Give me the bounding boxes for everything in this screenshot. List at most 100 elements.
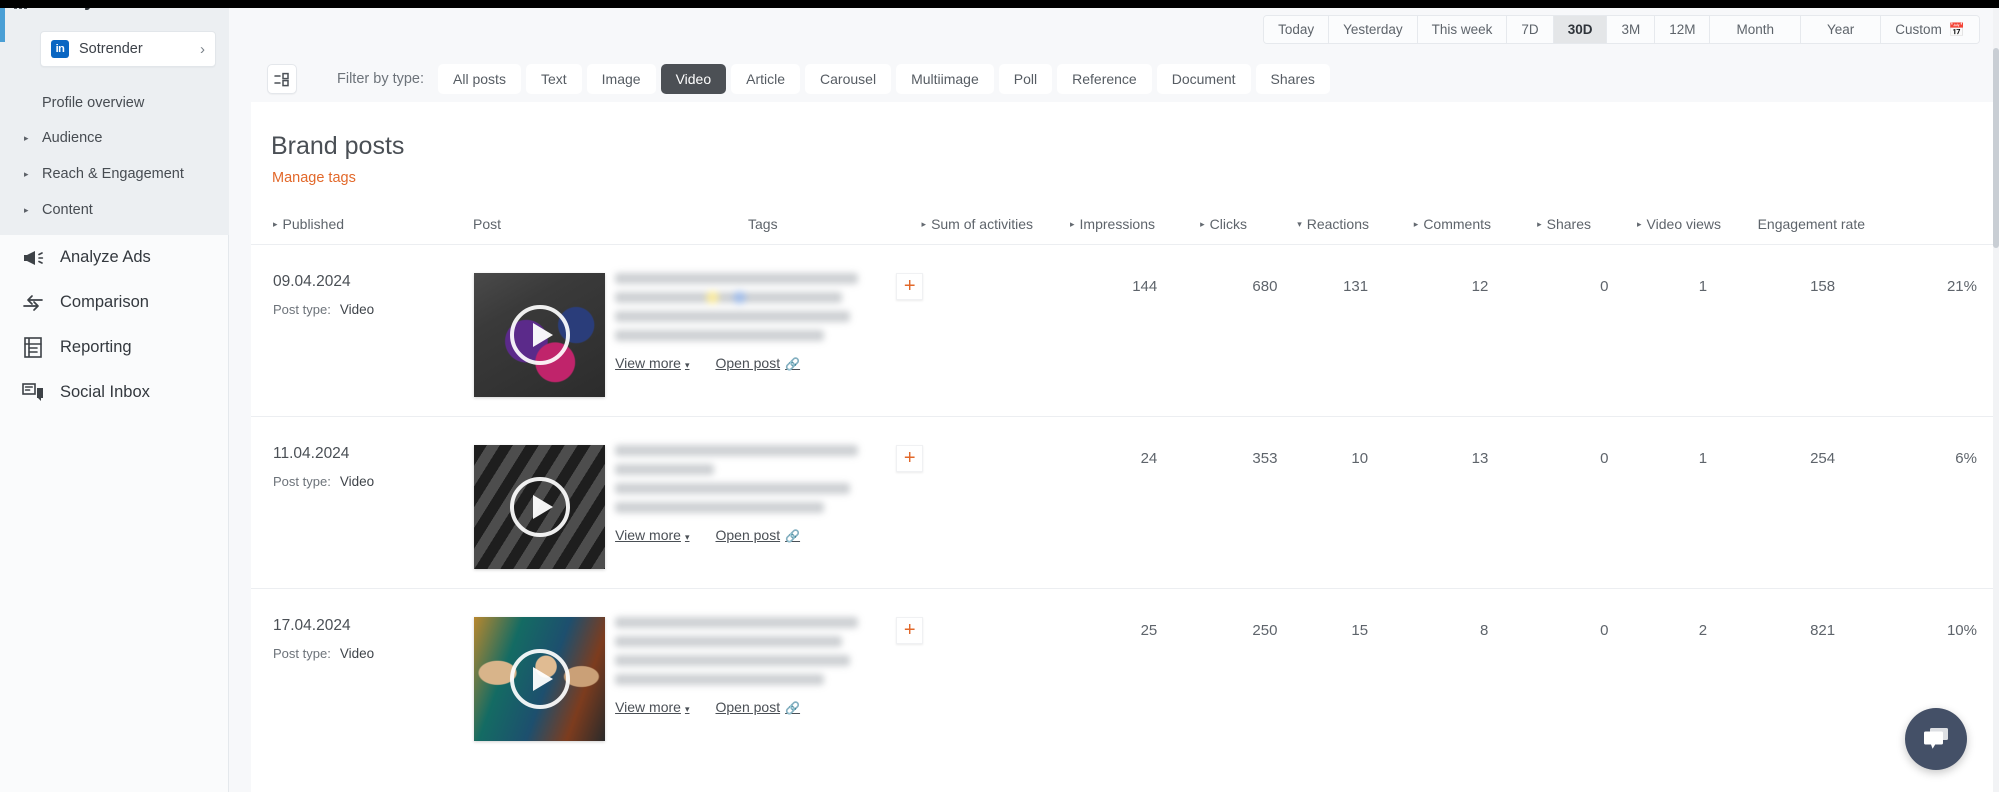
page-title: Brand posts — [271, 132, 405, 160]
external-link-icon: 🔗 — [785, 357, 801, 371]
table-row[interactable]: 11.04.2024 Post type: Video View more ▾ … — [251, 416, 1999, 588]
table-row[interactable]: 09.04.2024 Post type: Video View more ▾ … — [251, 244, 1999, 416]
video-thumbnail[interactable] — [474, 445, 606, 569]
external-link-icon: 🔗 — [785, 701, 801, 715]
play-icon[interactable] — [509, 477, 570, 537]
filter-pill-carousel[interactable]: Carousel — [805, 64, 892, 94]
date-range-year[interactable]: Year — [1801, 16, 1882, 43]
cell-clicks: 15 — [1351, 622, 1369, 639]
profile-selector[interactable]: in Sotrender › — [40, 31, 216, 67]
view-more-link[interactable]: View more ▾ — [615, 699, 689, 715]
sidebar-item-profile-overview[interactable]: ▸ Profile overview — [0, 89, 229, 117]
profile-name: Sotrender — [79, 41, 143, 57]
column-header-tags: Tags — [748, 216, 878, 232]
date-range-selector[interactable]: Today Yesterday This week 7D 30D 3M 12M … — [1263, 15, 1980, 44]
sidebar-item-audience[interactable]: ▸ Audience — [0, 124, 229, 152]
view-more-link[interactable]: View more ▾ — [615, 355, 689, 371]
sort-collapsed-icon: ▸ — [1200, 218, 1205, 229]
chevron-right-icon[interactable]: ▸ — [24, 205, 42, 215]
filter-pill-image[interactable]: Image — [586, 64, 656, 94]
sidebar-item-reach-engagement[interactable]: ▸ Reach & Engagement — [0, 160, 229, 188]
cell-tags: + — [876, 617, 1004, 644]
filter-pill-document[interactable]: Document — [1156, 64, 1251, 94]
add-tag-button[interactable]: + — [896, 445, 924, 472]
date-range-30d[interactable]: 30D — [1553, 16, 1608, 43]
sidebar-item-reporting[interactable]: Reporting — [0, 325, 229, 370]
date-range-today[interactable]: Today — [1264, 16, 1330, 43]
chevron-right-icon[interactable]: ▸ — [24, 169, 42, 179]
compare-arrows-icon — [18, 294, 48, 312]
open-post-link[interactable]: Open post 🔗 — [715, 699, 800, 715]
chevron-right-icon[interactable]: ▸ — [24, 133, 42, 143]
filter-pill-video[interactable]: Video — [660, 64, 727, 94]
filter-pill-text[interactable]: Text — [525, 64, 582, 94]
cell-comments: 0 — [1600, 278, 1609, 295]
cell-impressions: 250 — [1252, 622, 1278, 639]
date-range-custom[interactable]: Custom 📅 — [1881, 16, 1979, 43]
play-icon[interactable] — [509, 649, 570, 709]
date-range-7d[interactable]: 7D — [1507, 16, 1554, 43]
column-label: Published — [282, 216, 345, 232]
sidebar-item-label: Comparison — [60, 293, 149, 311]
add-tag-button[interactable]: + — [896, 273, 924, 300]
play-icon[interactable] — [509, 305, 570, 365]
filter-pill-multiimage[interactable]: Multiimage — [896, 64, 994, 94]
filter-pill-article[interactable]: Article — [731, 64, 801, 94]
sidebar-item-analyze-ads[interactable]: Analyze Ads — [0, 235, 229, 280]
filter-list-icon[interactable] — [267, 64, 297, 94]
cell-thumbnail[interactable] — [470, 617, 606, 741]
column-header-comments[interactable]: ▸ Comments — [1369, 216, 1491, 232]
filter-pill-all-posts[interactable]: All posts — [438, 64, 521, 94]
cell-engagement-rate: 10% — [1946, 622, 1977, 639]
video-thumbnail[interactable] — [474, 273, 606, 397]
column-header-shares[interactable]: ▸ Shares — [1491, 216, 1591, 232]
sidebar-item-content[interactable]: ▸ Content — [0, 196, 229, 224]
column-header-video-views[interactable]: ▸ Video views — [1591, 216, 1721, 232]
post-text-redacted — [615, 445, 876, 513]
brand-posts-table: ▸ Published Post Tags ▸ Sum of activitie… — [251, 204, 1999, 760]
sort-expanded-icon: ▾ — [1297, 218, 1302, 229]
manage-tags-link[interactable]: Manage tags — [272, 170, 356, 186]
chevron-right-icon[interactable]: › — [200, 42, 205, 57]
date-range-month[interactable]: Month — [1710, 16, 1802, 43]
video-thumbnail[interactable] — [474, 617, 606, 741]
date-range-yesterday[interactable]: Yesterday — [1329, 16, 1418, 43]
column-header-clicks[interactable]: ▸ Clicks — [1155, 216, 1247, 232]
post-type-label: Post type: — [273, 474, 331, 489]
add-tag-button[interactable]: + — [896, 617, 924, 644]
post-actions: View more ▾ Open post 🔗 — [615, 527, 876, 543]
sidebar-item-social-inbox[interactable]: Social Inbox — [0, 370, 229, 415]
date-range-12m[interactable]: 12M — [1655, 16, 1711, 43]
filter-pill-poll[interactable]: Poll — [998, 64, 1053, 94]
date-range-custom-label: Custom — [1895, 22, 1942, 37]
date-range-this-week[interactable]: This week — [1417, 16, 1508, 43]
document-report-icon — [18, 337, 48, 358]
view-more-link[interactable]: View more ▾ — [615, 527, 689, 543]
cell-thumbnail[interactable] — [470, 273, 606, 397]
page-scrollbar-thumb[interactable] — [1993, 48, 1999, 248]
open-post-link[interactable]: Open post 🔗 — [715, 355, 800, 371]
cell-reactions: 12 — [1471, 278, 1489, 295]
column-header-published[interactable]: ▸ Published — [251, 216, 473, 232]
chat-widget-button[interactable] — [1905, 708, 1967, 770]
filter-pill-reference[interactable]: Reference — [1057, 64, 1152, 94]
cell-sum-of-activities: 24 — [1140, 450, 1158, 467]
column-header-sum-of-activities[interactable]: ▸ Sum of activities — [878, 216, 1033, 232]
cell-thumbnail[interactable] — [470, 445, 606, 569]
table-row[interactable]: 17.04.2024 Post type: Video View more ▾ … — [251, 588, 1999, 760]
cell-tags: + — [876, 445, 1004, 472]
caret-down-icon: ▾ — [684, 360, 690, 370]
cell-engagement-rate: 6% — [1955, 450, 1977, 467]
column-label: Video views — [1646, 216, 1721, 232]
post-type-filter-group: All posts Text Image Video Article Carou… — [438, 64, 1330, 94]
sidebar-item-comparison[interactable]: Comparison — [0, 280, 229, 325]
column-header-impressions[interactable]: ▸ Impressions — [1033, 216, 1155, 232]
cell-impressions: 353 — [1252, 450, 1278, 467]
post-type-value: Video — [339, 474, 375, 489]
open-post-link[interactable]: Open post 🔗 — [715, 527, 800, 543]
filter-pill-shares[interactable]: Shares — [1255, 64, 1330, 94]
page-scrollbar-track[interactable] — [1993, 8, 1999, 792]
date-range-3m[interactable]: 3M — [1607, 16, 1656, 43]
column-header-reactions[interactable]: ▾ Reactions — [1247, 216, 1369, 232]
post-actions: View more ▾ Open post 🔗 — [615, 699, 876, 715]
